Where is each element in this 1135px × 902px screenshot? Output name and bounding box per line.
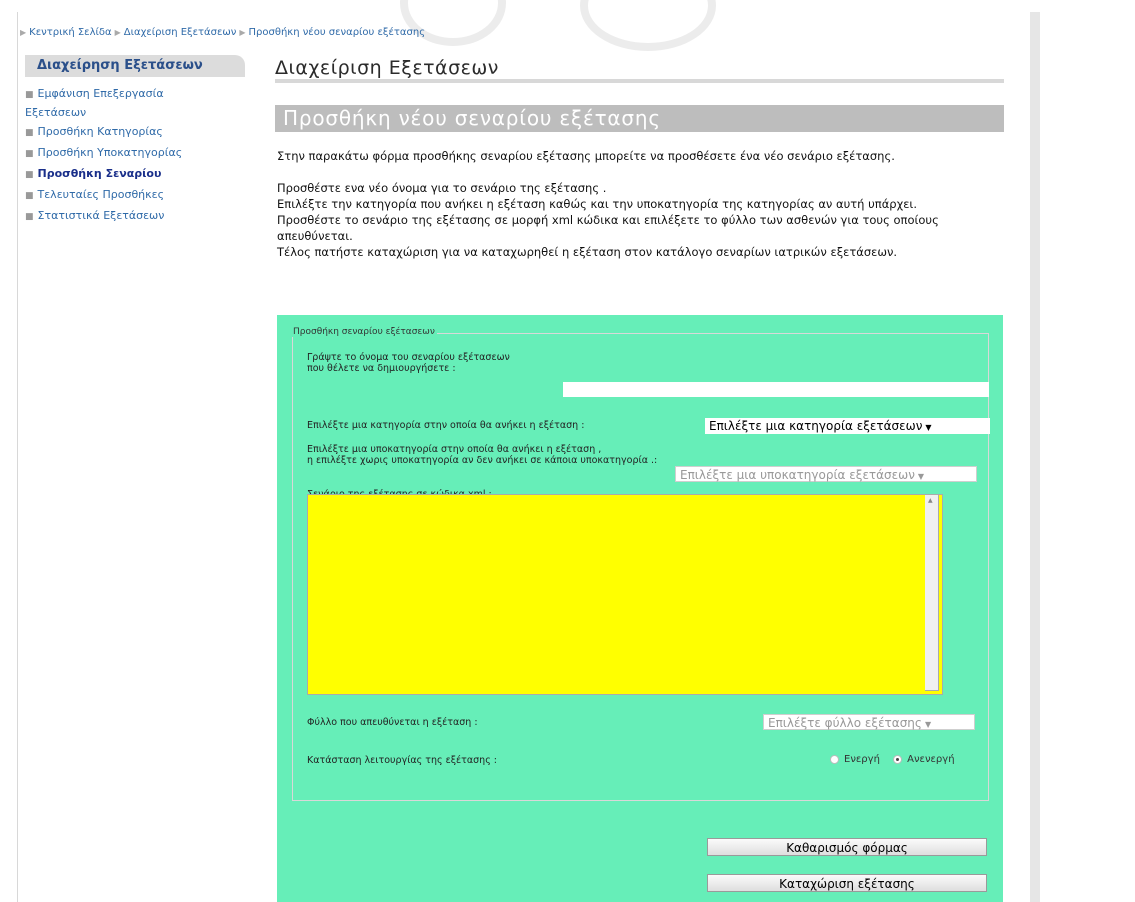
sidebar-menu: ■ Εμφάνιση Επεξεργασία Εξετάσεων ■ Προσθήκ… bbox=[25, 85, 245, 227]
intro-instruction-category: Επιλέξτε την κατηγορία που ανήκει η εξέτ… bbox=[277, 197, 917, 211]
scroll-up-icon: ▲ bbox=[928, 497, 933, 504]
logo-watermark bbox=[400, 0, 506, 46]
sidebar-item-label: Στατιστικά Εξετάσεων bbox=[37, 209, 165, 222]
bullet-icon: ■ bbox=[25, 170, 34, 180]
intro-instruction-name: Προσθέστε ενα νέο όνομα για το σενάριο τ… bbox=[277, 181, 607, 195]
sidebar-item-exam-statistics[interactable]: ■ Στατιστικά Εξετάσεων bbox=[25, 206, 245, 227]
bullet-icon: ■ bbox=[25, 191, 34, 201]
bullet-icon: ■ bbox=[25, 128, 34, 138]
chevron-down-icon: ▼ bbox=[925, 423, 932, 432]
bullet-icon: ■ bbox=[25, 90, 34, 100]
xml-textarea-scrollbar[interactable]: ▲ bbox=[925, 494, 939, 691]
form-fieldset: Προσθήκη σεναρίου εξέτασεων Γράψτε το όν… bbox=[291, 327, 990, 801]
scenario-name-label-line1: Γράψτε το όνομα του σεναρίου εξέτασεων bbox=[307, 352, 510, 363]
scenario-name-label: Γράψτε το όνομα του σεναρίου εξέτασεων π… bbox=[307, 352, 510, 374]
radio-inactive[interactable] bbox=[893, 754, 903, 764]
status-label: Κατάσταση λειτουργίας της εξέτασης : bbox=[307, 755, 497, 766]
scenario-name-label-line2: που θέλετε να δημιουργήσετε : bbox=[307, 363, 456, 374]
category-select-value: Επιλέξτε μια κατηγορία εξετάσεων bbox=[709, 419, 923, 433]
subcategory-label: Επιλέξτε μια υποκατηγορία στην οποία θα … bbox=[307, 444, 657, 466]
sidebar-item-add-subcategory[interactable]: ■ Προσθήκη Υποκατηγορίας bbox=[25, 143, 245, 164]
intro-paragraph: Στην παρακάτω φόρμα προσθήκης σεναρίου ε… bbox=[277, 149, 895, 163]
sidebar-item-label-cont: Εξετάσεων bbox=[25, 106, 87, 119]
sidebar: Διαχείρηση Εξετάσεων ■ Εμφάνιση Επεξεργασ… bbox=[25, 55, 245, 227]
breadcrumb: ▶ Κεντρική Σελίδα ▶ Διαχείριση Εξετάσεων ▶ Πρ… bbox=[20, 27, 425, 38]
chevron-down-icon: ▼ bbox=[924, 720, 932, 729]
sidebar-item-recent-additions[interactable]: ■ Τελευταίες Προσθήκες bbox=[25, 185, 245, 206]
category-select[interactable]: Επιλέξτε μια κατηγορία εξετάσεων ▼ bbox=[705, 418, 990, 434]
status-radio-group: Ενεργή Ανενεργή bbox=[830, 754, 955, 765]
status-option-active-label: Ενεργή bbox=[844, 754, 880, 765]
submit-exam-button[interactable]: Καταχώριση εξέτασης bbox=[707, 874, 987, 892]
bullet-icon: ■ bbox=[25, 149, 34, 159]
breadcrumb-arrow-icon: ▶ bbox=[114, 28, 121, 37]
gender-select-value: Επιλέξτε φύλλο εξέτασης bbox=[768, 716, 922, 730]
sidebar-item-label: Προσθήκη Υποκατηγορίας bbox=[37, 146, 183, 159]
intro-text: Στην παρακάτω φόρμα προσθήκης σεναρίου ε… bbox=[277, 148, 1007, 260]
status-option-inactive-label: Ανενεργή bbox=[907, 754, 955, 765]
breadcrumb-home-link[interactable]: Κεντρική Σελίδα bbox=[29, 27, 111, 38]
subcategory-select[interactable]: Επιλέξτε μια υποκατηγορία εξετάσεων ▼ bbox=[675, 466, 977, 482]
title-divider bbox=[275, 79, 1004, 83]
sidebar-item-label: Προσθήκη Κατηγορίας bbox=[37, 125, 163, 138]
sidebar-item-view-edit-exams[interactable]: ■ Εμφάνιση Επεξεργασία Εξετάσεων bbox=[25, 85, 245, 122]
status-option-inactive[interactable]: Ανενεργή bbox=[893, 754, 955, 765]
xml-scenario-textarea[interactable] bbox=[307, 494, 943, 695]
subcategory-label-line1: Επιλέξτε μια υποκατηγορία στην οποία θα … bbox=[307, 444, 602, 455]
breadcrumb-arrow-icon: ▶ bbox=[239, 28, 246, 37]
radio-active[interactable] bbox=[830, 754, 839, 764]
sidebar-item-add-scenario[interactable]: ■ Προσθήκη Σεναρίου bbox=[25, 164, 245, 185]
gender-select[interactable]: Επιλέξτε φύλλο εξέτασης ▼ bbox=[763, 714, 975, 730]
sidebar-item-label: Τελευταίες Προσθήκες bbox=[37, 188, 165, 201]
section-title: Προσθήκη νέου σεναρίου εξέτασης bbox=[275, 105, 1004, 132]
page-title: Διαχείριση Εξετάσεων bbox=[275, 57, 499, 79]
sidebar-title: Διαχείρηση Εξετάσεων bbox=[25, 55, 245, 77]
gender-label: Φύλλο που απευθύνεται η εξέταση : bbox=[307, 717, 478, 728]
scenario-name-input[interactable] bbox=[563, 382, 989, 397]
add-scenario-form: Προσθήκη σεναρίου εξέτασεων Γράψτε το όν… bbox=[277, 315, 1003, 902]
breadcrumb-current[interactable]: Προσθήκη νέου σεναρίου εξέτασης bbox=[249, 27, 426, 38]
category-label: Επιλέξτε μια κατηγορία στην οποία θα ανή… bbox=[307, 420, 585, 431]
intro-instruction-submit: Τέλος πατήστε καταχώριση για να καταχωρη… bbox=[277, 245, 898, 259]
page-border-left bbox=[17, 12, 18, 902]
sidebar-item-add-category[interactable]: ■ Προσθήκη Κατηγορίας bbox=[25, 122, 245, 143]
breadcrumb-arrow-icon: ▶ bbox=[20, 28, 27, 37]
sidebar-item-label: Εμφάνιση Επεξεργασία bbox=[37, 87, 164, 100]
breadcrumb-exams-link[interactable]: Διαχείριση Εξετάσεων bbox=[124, 27, 237, 38]
fieldset-legend: Προσθήκη σεναρίου εξέτασεων bbox=[291, 327, 437, 337]
clear-form-button[interactable]: Καθαρισμός φόρμας bbox=[707, 838, 987, 856]
sidebar-item-label: Προσθήκη Σεναρίου bbox=[37, 167, 162, 180]
intro-instruction-xml: Προσθέστε το σενάριο της εξέτασης σε μορ… bbox=[277, 213, 939, 243]
logo-watermark-ring bbox=[580, 0, 716, 51]
page-border-right bbox=[1030, 12, 1040, 902]
subcategory-label-line2: η επιλέξτε χωρις υποκατηγορία αν δεν ανή… bbox=[307, 455, 658, 466]
bullet-icon: ■ bbox=[25, 212, 34, 222]
chevron-down-icon: ▼ bbox=[917, 472, 925, 481]
subcategory-select-value: Επιλέξτε μια υποκατηγορία εξετάσεων bbox=[680, 468, 915, 482]
status-option-active[interactable]: Ενεργή bbox=[830, 754, 880, 765]
